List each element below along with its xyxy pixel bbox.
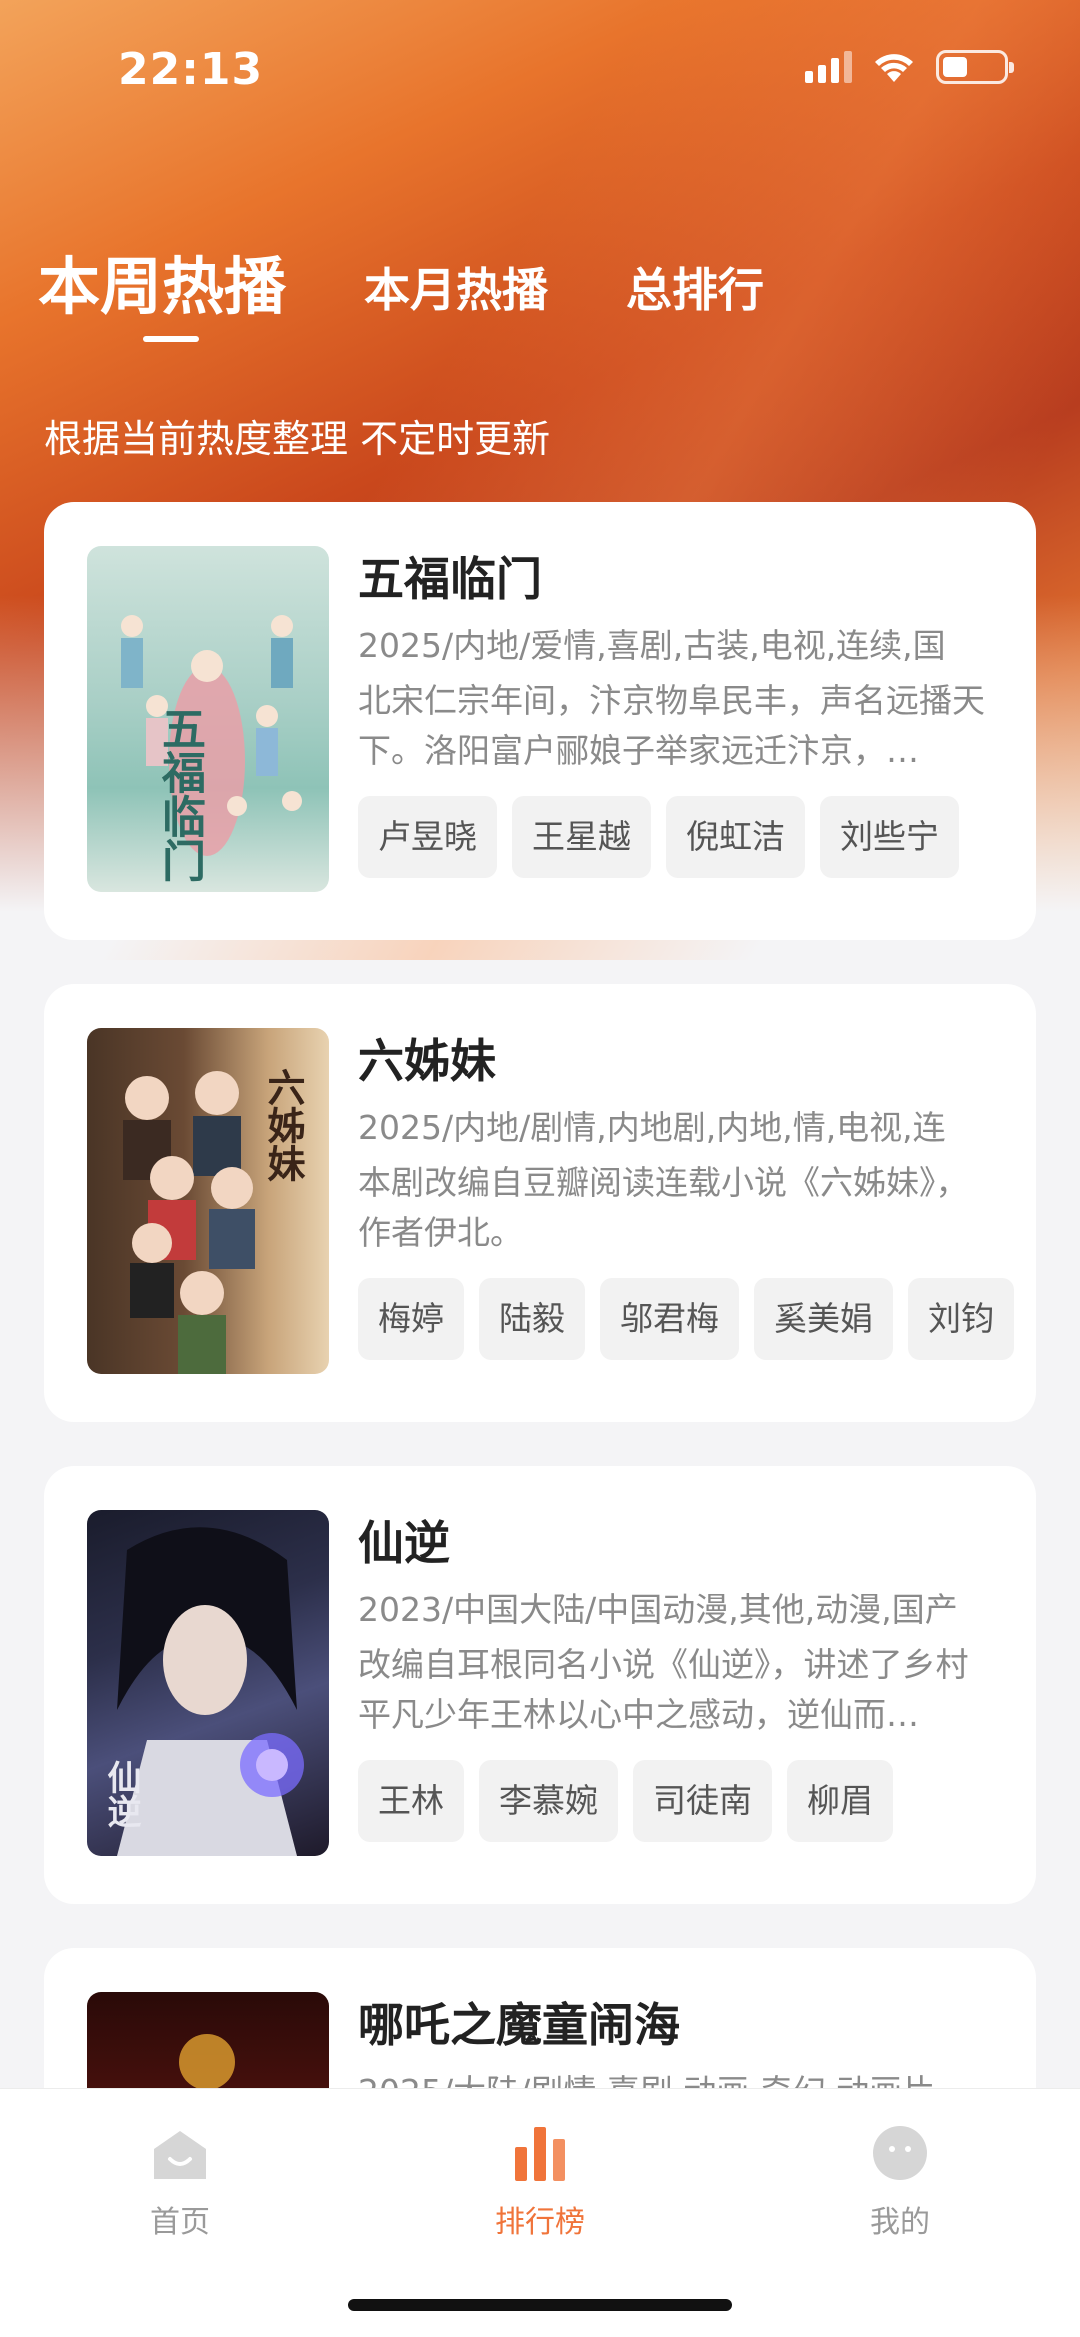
- show-card[interactable]: 五福临门 五福临门 2025/内地/爱情,喜剧,古装,电视,连续,国 北宋仁宗年…: [44, 502, 1036, 940]
- show-description: 改编自耳根同名小说《仙逆》，讲述了乡村平凡少年王林以心中之感动，逆仙而…: [358, 1645, 969, 1734]
- cast-tag[interactable]: 邬君梅: [600, 1278, 739, 1360]
- show-description: 本剧改编自豆瓣阅读连载小说《六姊妹》，作者伊北。: [358, 1163, 969, 1252]
- cast-tag[interactable]: 柳眉: [787, 1760, 893, 1842]
- poster-title-art: 六姊妹: [261, 1068, 306, 1182]
- show-title: 哪吒之魔童闹海: [358, 1998, 680, 2052]
- cast-tag[interactable]: 司徒南: [633, 1760, 772, 1842]
- poster-title-art: 五福临门: [154, 706, 205, 882]
- show-title: 六姊妹: [358, 1034, 496, 1088]
- nav-ranking-label: 排行榜: [495, 2205, 585, 2240]
- show-poster: 六姊妹: [87, 1028, 329, 1374]
- battery-icon: [936, 50, 1014, 84]
- nav-home[interactable]: 首页: [80, 2119, 280, 2241]
- home-icon: [154, 2131, 206, 2179]
- cast-tag[interactable]: 王星越: [512, 796, 651, 878]
- home-indicator: [348, 2299, 732, 2311]
- nav-profile-label: 我的: [870, 2205, 930, 2240]
- cellular-signal-icon: [805, 51, 852, 83]
- ranking-bar-chart-icon: [515, 2127, 565, 2181]
- cast-tag[interactable]: 奚美娟: [754, 1278, 893, 1360]
- ranking-subtitle: 根据当前热度整理 不定时更新: [44, 417, 551, 461]
- cast-tag[interactable]: 陆毅: [479, 1278, 585, 1360]
- cast-tag[interactable]: 倪虹洁: [666, 796, 805, 878]
- poster-title-art: 仙逆: [101, 1760, 141, 1828]
- tab-monthly[interactable]: 本月热播: [364, 254, 548, 326]
- show-meta: 2023/中国大陆/中国动漫,其他,动漫,国产: [358, 1590, 958, 1629]
- tab-weekly[interactable]: 本周热播: [38, 236, 286, 326]
- cast-tag[interactable]: 刘些宁: [820, 796, 959, 878]
- show-meta: 2025/内地/爱情,喜剧,古装,电视,连续,国: [358, 626, 946, 665]
- show-poster: 五福临门: [87, 546, 329, 892]
- show-description: 北宋仁宗年间，汴京物阜民丰，声名远播天下。洛阳富户郦娘子举家远迁汴京，…: [358, 681, 985, 770]
- show-card[interactable]: 六姊妹 六姊妹 2025/内地/剧情,内地剧,内地,情,电视,连 本剧改编自豆瓣…: [44, 984, 1036, 1422]
- cast-tag[interactable]: 李慕婉: [479, 1760, 618, 1842]
- cast-tags: 梅婷 陆毅 邬君梅 奚美娟 刘钧: [358, 1278, 1014, 1360]
- status-time: 22:13: [118, 44, 264, 95]
- show-title: 五福临门: [358, 552, 542, 606]
- wifi-icon: [875, 54, 913, 82]
- status-bar: 22:13: [0, 0, 1080, 140]
- show-card[interactable]: 仙逆 仙逆 2023/中国大陆/中国动漫,其他,动漫,国产 改编自耳根同名小说《…: [44, 1466, 1036, 1904]
- active-tab-indicator: [143, 336, 199, 342]
- nav-profile[interactable]: 我的: [800, 2119, 1000, 2241]
- show-list: 五福临门 五福临门 2025/内地/爱情,喜剧,古装,电视,连续,国 北宋仁宗年…: [44, 502, 1036, 2337]
- cast-tag[interactable]: 王林: [358, 1760, 464, 1842]
- nav-home-label: 首页: [150, 2205, 210, 2240]
- cast-tags: 卢昱晓 王星越 倪虹洁 刘些宁: [358, 796, 998, 878]
- status-icons: [805, 50, 1014, 84]
- ranking-tabs: 本周热播 本月热播 总排行: [38, 236, 842, 326]
- show-poster: 仙逆: [87, 1510, 329, 1856]
- cast-tag[interactable]: 卢昱晓: [358, 796, 497, 878]
- tab-overall[interactable]: 总排行: [626, 254, 764, 326]
- nav-ranking[interactable]: 排行榜: [440, 2119, 640, 2241]
- show-meta: 2025/内地/剧情,内地剧,内地,情,电视,连: [358, 1108, 946, 1147]
- profile-face-icon: [873, 2126, 927, 2180]
- cast-tag[interactable]: 刘钧: [908, 1278, 1014, 1360]
- cast-tag[interactable]: 梅婷: [358, 1278, 464, 1360]
- cast-tags: 王林 李慕婉 司徒南 柳眉: [358, 1760, 998, 1842]
- show-title: 仙逆: [358, 1516, 450, 1570]
